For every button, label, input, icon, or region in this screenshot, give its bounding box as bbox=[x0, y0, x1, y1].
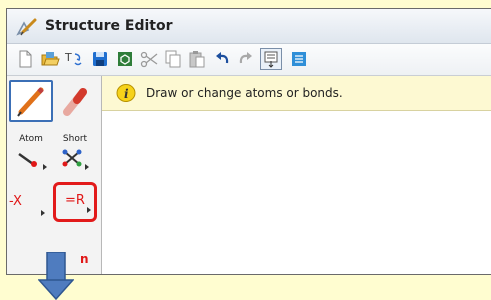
x-substituent-tool-button[interactable]: -X bbox=[9, 186, 49, 222]
undo-icon[interactable] bbox=[212, 49, 232, 69]
title-bar: Structure Editor bbox=[7, 9, 491, 44]
window-title: Structure Editor bbox=[45, 18, 173, 34]
short-tool-button[interactable]: Short bbox=[57, 134, 93, 174]
toolbar: T bbox=[7, 44, 491, 76]
r-group-tool-button[interactable]: =R bbox=[53, 182, 97, 222]
atom-tool-button[interactable]: Atom bbox=[13, 134, 49, 174]
partial-tool-label: n bbox=[80, 252, 89, 266]
redo-icon[interactable] bbox=[236, 49, 256, 69]
info-icon: i bbox=[116, 84, 136, 102]
copy-icon[interactable] bbox=[163, 49, 183, 69]
tool-panel: Atom Short -X =R n bbox=[7, 76, 102, 274]
hint-bar: i Draw or change atoms or bonds. bbox=[102, 76, 491, 111]
short-tool-label: Short bbox=[62, 134, 88, 144]
pencil-icon bbox=[17, 87, 44, 117]
eraser-icon bbox=[63, 88, 87, 116]
paste-icon[interactable] bbox=[187, 49, 207, 69]
select-template-icon[interactable] bbox=[260, 48, 282, 70]
transform-icon[interactable]: T bbox=[64, 49, 84, 69]
list-icon[interactable] bbox=[289, 49, 309, 69]
dropdown-arrow-icon bbox=[87, 207, 91, 213]
new-document-icon[interactable] bbox=[15, 49, 35, 69]
pencil-tool-button[interactable] bbox=[9, 80, 53, 122]
structure-editor-icon bbox=[16, 18, 37, 36]
open-folder-icon[interactable] bbox=[40, 49, 60, 69]
svg-text:T: T bbox=[64, 51, 72, 64]
hint-text: Draw or change atoms or bonds. bbox=[146, 86, 343, 100]
down-arrow-icon bbox=[38, 252, 74, 300]
dropdown-arrow-icon bbox=[41, 210, 45, 216]
drawing-canvas[interactable] bbox=[102, 111, 491, 274]
cut-icon[interactable] bbox=[139, 49, 159, 69]
save-icon[interactable] bbox=[90, 49, 110, 69]
clean-structure-icon[interactable] bbox=[115, 49, 135, 69]
svg-text:i: i bbox=[124, 87, 129, 101]
structure-editor-window: Structure Editor T Atom Short -X =R n i … bbox=[6, 8, 491, 275]
eraser-tool-button[interactable] bbox=[57, 84, 93, 120]
atom-tool-label: Atom bbox=[19, 134, 43, 144]
